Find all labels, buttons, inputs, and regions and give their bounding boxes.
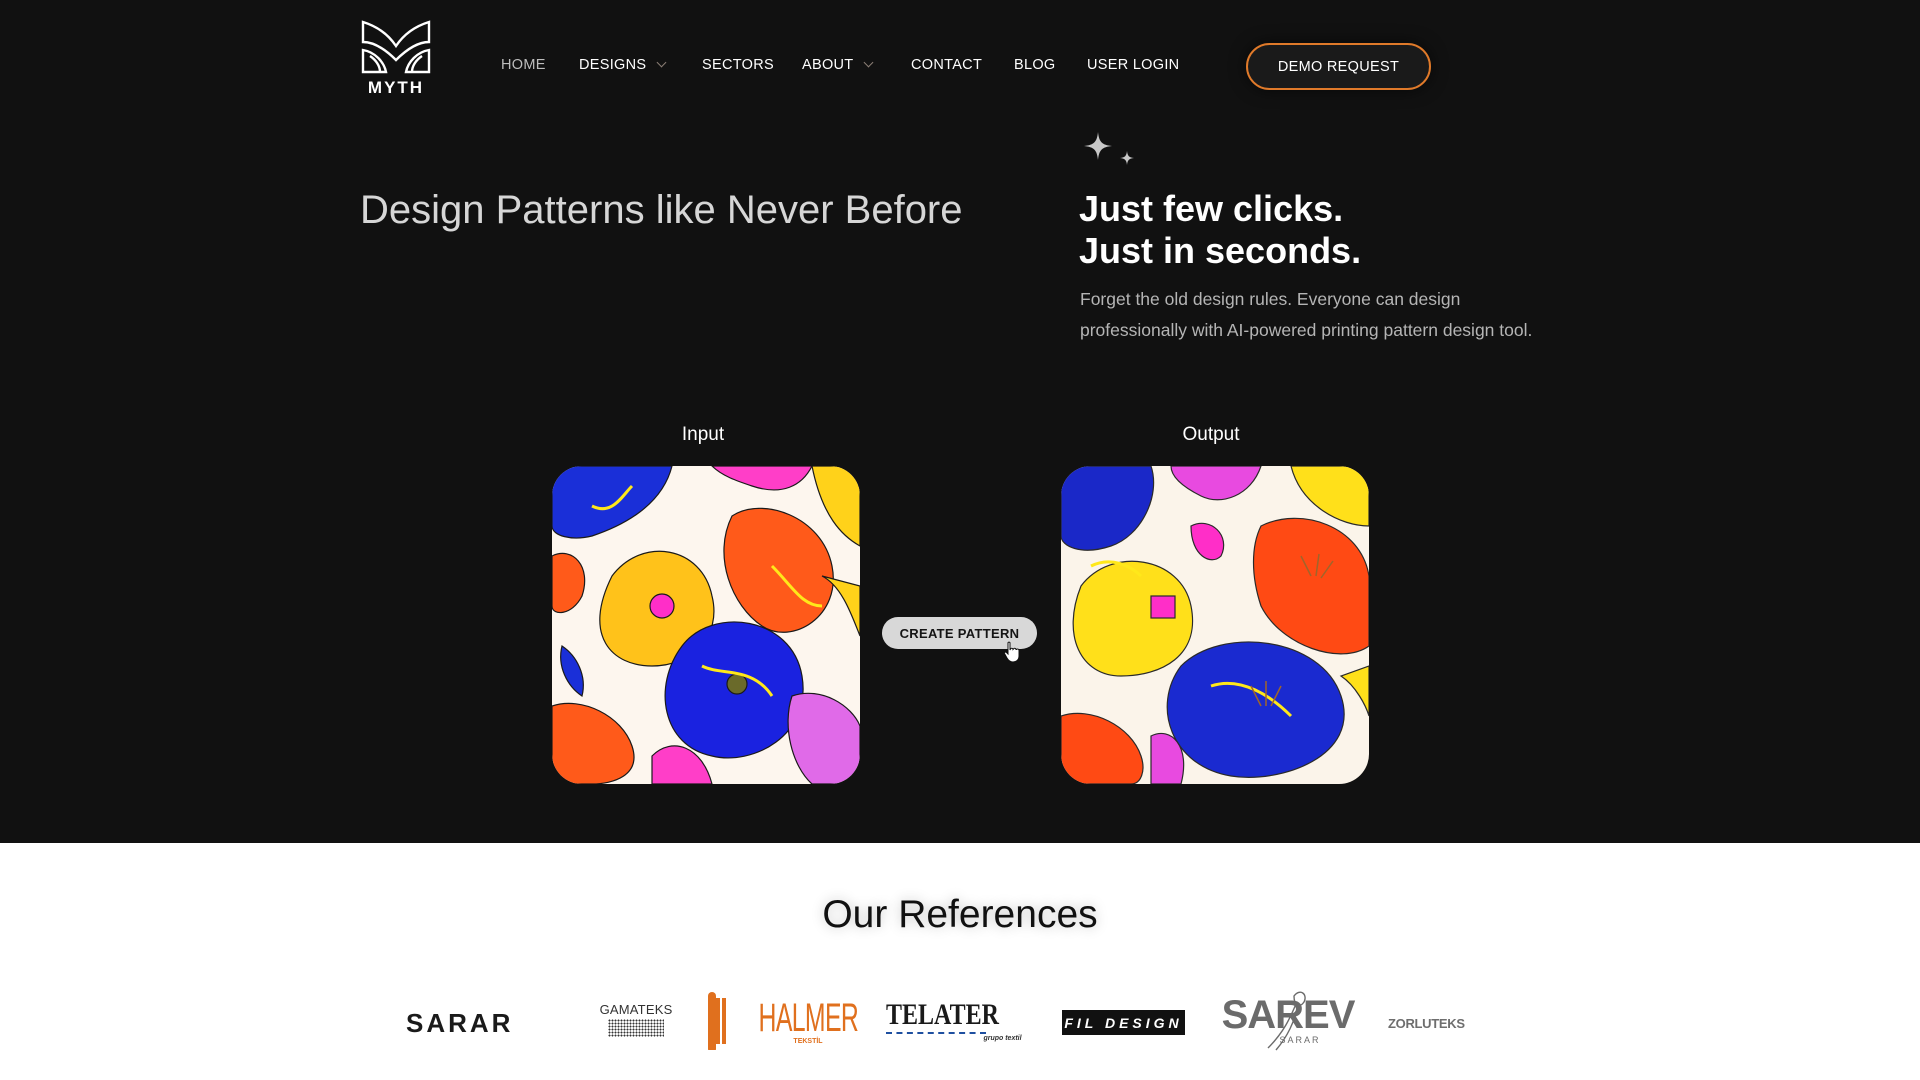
nav-item-about[interactable]: ABOUT <box>802 57 874 73</box>
nav-label: USER LOGIN <box>1087 57 1180 73</box>
hero-section: MYTH HOME DESIGNS SECTORS ABOUT CONTACT … <box>0 0 1920 843</box>
chevron-down-icon <box>864 57 874 68</box>
reference-logo-telater: TELATER grupo textil <box>886 996 1022 1046</box>
tagline-line-1: Just few clicks. <box>1079 188 1344 229</box>
nav-item-blog[interactable]: BLOG <box>1014 57 1056 73</box>
nav-item-home[interactable]: HOME <box>501 57 546 73</box>
input-pattern-image <box>552 466 860 784</box>
output-pattern-image <box>1061 466 1369 784</box>
hand-pointer-icon <box>1003 641 1020 663</box>
sparkles-icon <box>1084 132 1134 165</box>
myth-m-monogram-icon <box>361 20 431 74</box>
reference-logo-sarev: SAREV SARAR <box>1222 988 1355 1052</box>
reference-logo-gamateks: GAMATEKS <box>578 1002 694 1037</box>
butterfly-icon <box>1267 991 1306 1051</box>
logo-subtitle: grupo textil <box>983 1035 1022 1042</box>
nav-item-sectors[interactable]: SECTORS <box>702 57 774 73</box>
logo-text: FIL DESIGN <box>1064 1014 1183 1031</box>
logo-text: ZORLUTEKS <box>1388 1016 1465 1031</box>
hero-description: Forget the old design rules. Everyone ca… <box>1080 289 1533 340</box>
logo-text: SARAR <box>406 1008 514 1038</box>
output-label: Output <box>1182 424 1240 445</box>
references-title: Our References <box>822 893 1098 936</box>
reference-logo-fil-design: FIL DESIGN <box>1062 1010 1185 1035</box>
nav-label: CONTACT <box>911 57 983 73</box>
dot-grid-icon <box>608 1019 664 1037</box>
tagline-line-2: Just in seconds. <box>1079 230 1362 271</box>
hero-tagline: Just few clicks. Just in seconds. <box>1079 188 1361 272</box>
demo-request-button[interactable]: DEMO REQUEST <box>1246 43 1431 90</box>
logo-text: GAMATEKS <box>599 1002 673 1017</box>
nav-item-user-login[interactable]: USER LOGIN <box>1087 57 1179 73</box>
input-label: Input <box>681 424 725 445</box>
halmer-mark-icon <box>707 992 720 1050</box>
hero-title: Design Patterns like Never Before <box>360 188 963 232</box>
nav-label: DESIGNS <box>579 57 647 73</box>
nav-label: BLOG <box>1014 57 1056 73</box>
nav-item-contact[interactable]: CONTACT <box>911 57 982 73</box>
wave-divider <box>886 1032 987 1035</box>
chevron-down-icon <box>656 57 667 68</box>
brand-logo[interactable]: MYTH <box>360 20 434 98</box>
nav-item-designs[interactable]: DESIGNS <box>579 57 667 73</box>
nav-label: SECTORS <box>702 57 774 73</box>
logo-text: HALMER <box>758 995 858 1040</box>
brand-name: MYTH <box>367 78 425 97</box>
reference-logo-halmer: HALMER TEKSTİL <box>707 990 863 1052</box>
reference-logo-sarar: SARAR <box>406 1008 513 1039</box>
nav-label: HOME <box>501 57 546 73</box>
nav-label: ABOUT <box>802 57 854 73</box>
logo-text: TELATER <box>886 998 1000 1031</box>
reference-logo-zorluteks: ZORLUTEKS <box>1388 1016 1465 1031</box>
